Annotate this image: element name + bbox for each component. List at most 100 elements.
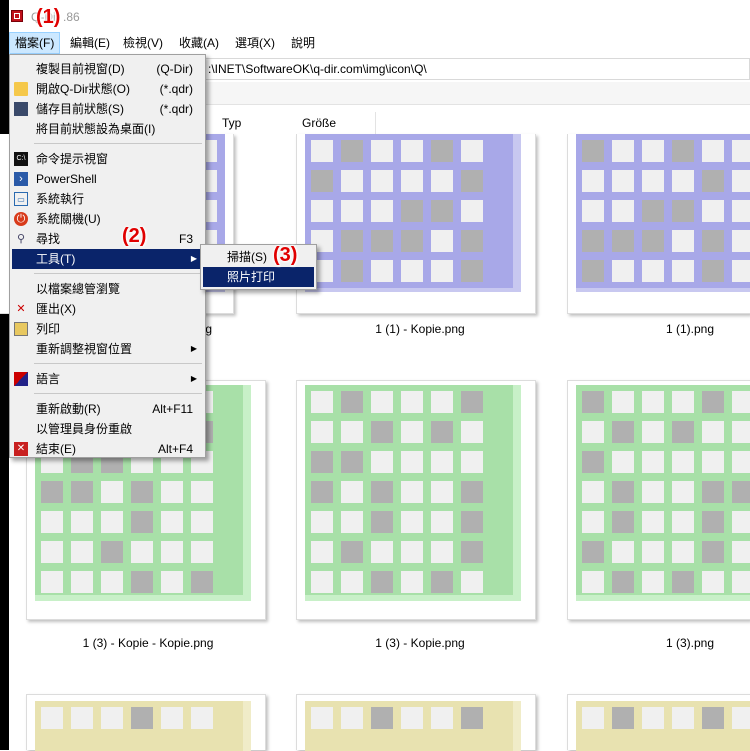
thumbnail-pixel <box>431 571 453 593</box>
thumbnail-pixel <box>702 170 724 192</box>
menu-item-find[interactable]: ⚲ 尋找 F3 <box>12 229 203 249</box>
thumbnail-pixel <box>702 541 724 563</box>
thumbnail-pixel <box>642 511 664 533</box>
thumbnail-pixel <box>431 140 453 162</box>
thumbnail-pixel <box>612 170 634 192</box>
thumbnail-row3-1[interactable] <box>26 694 266 751</box>
thumbnail-1-3[interactable] <box>567 380 750 620</box>
thumbnail-pixel <box>401 707 423 729</box>
file-caption-1-1[interactable]: 1 (1).png <box>570 322 750 336</box>
thumbnail-1-1-kopie[interactable] <box>296 134 536 314</box>
menu-bar: 檔案(F) 編輯(E) 檢視(V) 收藏(A) 選項(X) 說明 <box>9 32 750 54</box>
menu-item-label: 系統執行 <box>36 192 85 206</box>
menu-item-export[interactable]: ✕ 匯出(X) <box>12 299 203 319</box>
column-header-size[interactable]: Größe <box>294 112 376 134</box>
thumbnail-pixel <box>191 707 213 729</box>
menu-item-label: 儲存目前狀態(S) <box>36 102 124 116</box>
thumbnail-pixel <box>371 421 393 443</box>
thumbnail-pixel <box>732 391 750 413</box>
thumbnail-pixel <box>702 707 724 729</box>
thumbnail-pixel <box>161 571 183 593</box>
thumbnail-pixel <box>582 260 604 282</box>
menu-item-duplicate-window[interactable]: 複製目前視窗(D) (Q-Dir) <box>12 59 203 79</box>
menu-item-open-state[interactable]: 開啟Q-Dir狀態(O) (*.qdr) <box>12 79 203 99</box>
menu-item-reposition[interactable]: 重新調整視窗位置 ▶ <box>12 339 203 359</box>
menu-file[interactable]: 檔案(F) <box>9 32 61 54</box>
thumbnail-1-1[interactable] <box>567 134 750 314</box>
thumbnail-pixel <box>732 571 750 593</box>
thumbnail-pixel <box>371 391 393 413</box>
menu-item-run[interactable]: ▭ 系統執行 <box>12 189 203 209</box>
thumbnail-pixel <box>672 140 694 162</box>
thumbnail-pixel <box>672 451 694 473</box>
thumbnail-pixel <box>101 511 123 533</box>
submenu-item-label: 掃描(S) <box>227 250 267 264</box>
thumbnail-pixel <box>642 541 664 563</box>
thumbnail-row3-3[interactable] <box>567 694 750 751</box>
thumbnail-pixel <box>401 421 423 443</box>
thumbnail-pixel <box>672 421 694 443</box>
menu-item-print[interactable]: 列印 <box>12 319 203 339</box>
thumbnail-1-3-kopie[interactable] <box>296 380 536 620</box>
thumbnail-pixel <box>371 200 393 222</box>
file-caption-1-3-kopie-kopie[interactable]: 1 (3) - Kopie - Kopie.png <box>28 636 268 650</box>
language-icon <box>14 372 28 386</box>
file-caption-1-3[interactable]: 1 (3).png <box>570 636 750 650</box>
menu-item-powershell[interactable]: › PowerShell <box>12 169 203 189</box>
menu-item-save-state[interactable]: 儲存目前狀態(S) (*.qdr) <box>12 99 203 119</box>
thumbnail-pixel <box>732 260 750 282</box>
menu-item-shortcut: Alt+F11 <box>152 402 193 416</box>
menu-favorites[interactable]: 收藏(A) <box>174 32 224 54</box>
thumbnail-pixel <box>341 511 363 533</box>
thumbnail-pixel <box>672 707 694 729</box>
menu-item-cmd[interactable]: C:\ 命令提示視窗 <box>12 149 203 169</box>
file-caption-1-1-kopie[interactable]: 1 (1) - Kopie.png <box>300 322 540 336</box>
menu-item-language[interactable]: 語言 ▶ <box>12 369 203 389</box>
thumbnail-pixel <box>341 707 363 729</box>
thumbnail-pixel <box>401 541 423 563</box>
menu-item-label: 匯出(X) <box>36 302 76 316</box>
submenu-item-label: 照片打印 <box>227 270 276 284</box>
menu-edit[interactable]: 編輯(E) <box>65 32 115 54</box>
thumbnail-pixel <box>582 451 604 473</box>
toolbar-strip <box>205 82 750 105</box>
thumbnail-pixel <box>732 481 750 503</box>
thumbnail-pixel <box>71 511 93 533</box>
submenu-item-photo-print[interactable]: 照片打印 <box>203 267 314 287</box>
menu-item-shortcut: Alt+F4 <box>157 442 193 456</box>
menu-item-shutdown[interactable]: ⏻ 系統關機(U) <box>12 209 203 229</box>
thumbnail-pixel <box>191 571 213 593</box>
thumbnail-pixel <box>401 140 423 162</box>
menu-item-exit[interactable]: ✕ 結束(E) Alt+F4 <box>12 439 203 459</box>
address-bar[interactable]: :\INET\SoftwareOK\q-dir.com\img\icon\Q\ <box>205 58 750 80</box>
menu-help[interactable]: 說明 <box>286 32 320 54</box>
thumbnail-pixel <box>732 421 750 443</box>
thumbnail-row3-2[interactable] <box>296 694 536 751</box>
thumbnail-pixel <box>401 511 423 533</box>
thumbnail-pixel <box>311 200 333 222</box>
thumbnail-pixel <box>101 707 123 729</box>
menu-item-tools[interactable]: 工具(T) ▶ <box>12 249 203 269</box>
thumbnail-pixel <box>672 571 694 593</box>
thumbnail-pixel <box>431 170 453 192</box>
printer-icon <box>14 322 28 336</box>
power-icon: ⏻ <box>14 212 28 226</box>
menu-item-explorer[interactable]: 以檔案總管瀏覽 <box>12 279 203 299</box>
menu-item-restart-admin[interactable]: 以管理員身份重啟 <box>12 419 203 439</box>
menu-view[interactable]: 檢視(V) <box>118 32 168 54</box>
thumbnail-pixel <box>311 541 333 563</box>
thumbnail-pixel <box>341 451 363 473</box>
menu-options[interactable]: 選項(X) <box>230 32 280 54</box>
file-caption-1-3-kopie[interactable]: 1 (3) - Kopie.png <box>300 636 540 650</box>
thumbnail-pixel <box>341 200 363 222</box>
thumbnail-pixel <box>341 481 363 503</box>
column-header-type[interactable]: Typ <box>214 112 296 134</box>
menu-item-set-desktop[interactable]: 將目前狀態設為桌面(I) <box>12 119 203 139</box>
thumbnail-pixel <box>612 541 634 563</box>
thumbnail-pixel <box>582 391 604 413</box>
menu-item-restart[interactable]: 重新啟動(R) Alt+F11 <box>12 399 203 419</box>
annotation-1: (1) <box>36 6 61 28</box>
thumbnail-pixel <box>642 421 664 443</box>
menu-item-label: 開啟Q-Dir狀態(O) <box>36 82 130 96</box>
thumbnail-pixel <box>732 541 750 563</box>
